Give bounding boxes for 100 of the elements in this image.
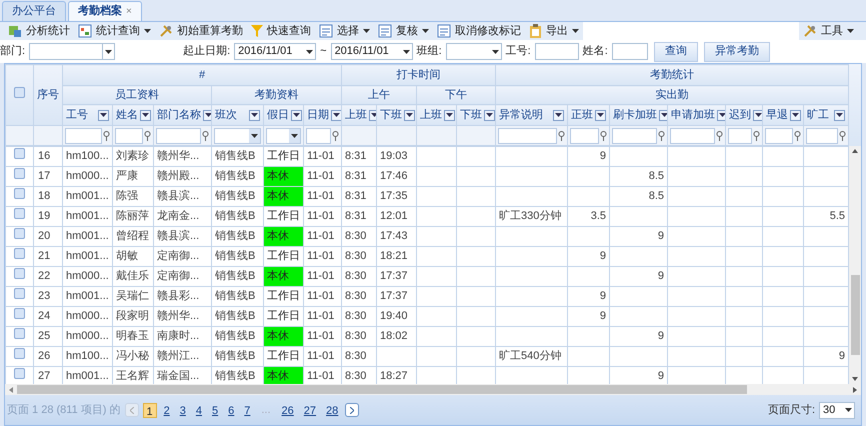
table-cell: 本休 — [267, 190, 289, 202]
table-cell: 胡敏 — [116, 250, 138, 262]
toolbar-button[interactable]: 导出 — [525, 22, 583, 40]
table-cell: 11-01 — [307, 150, 334, 162]
table-cell: 9 — [658, 230, 664, 242]
table-cell: 冯小秘 — [116, 350, 149, 362]
field-label: 姓名: — [582, 44, 608, 60]
table-cell: 赣县滨... — [157, 230, 200, 242]
table-cell: 9 — [600, 290, 606, 302]
table-cell: 20 — [38, 230, 50, 242]
table-cell: 赣县彩... — [157, 290, 200, 302]
page-link[interactable]: 26 — [278, 402, 297, 418]
toolbar-button[interactable]: 选择 — [315, 22, 374, 40]
table-cell: 17 — [38, 170, 50, 182]
table-cell: 刘素珍 — [116, 150, 149, 162]
table-cell: 8:31 — [345, 170, 366, 182]
table-cell: 11-01 — [307, 210, 334, 222]
table-cell: 销售线B — [215, 210, 256, 222]
page-link[interactable]: 27 — [300, 402, 320, 418]
table-cell: 18:02 — [380, 330, 408, 342]
table-cell: 27 — [38, 370, 50, 382]
page-link[interactable]: 2 — [160, 402, 173, 418]
table-cell: 9 — [600, 150, 606, 162]
table-cell: 赣州华... — [157, 310, 200, 322]
table-cell: 16 — [38, 150, 50, 162]
table-cell: 旷工330分钟 — [499, 210, 562, 222]
table-cell: 赣州殿... — [157, 170, 200, 182]
table-cell: 12:01 — [380, 210, 408, 222]
table-cell: 王名辉 — [116, 370, 149, 382]
table-cell: 11-01 — [307, 270, 334, 282]
query-button[interactable]: 异常考勤 — [704, 42, 770, 62]
table-cell: 戴佳乐 — [116, 270, 149, 282]
table-cell: 18 — [38, 190, 50, 202]
table-cell: 3.5 — [590, 210, 606, 222]
table-cell: 工作日 — [267, 250, 300, 262]
page-link[interactable]: 7 — [241, 402, 254, 418]
table-cell: 销售线B — [215, 190, 256, 202]
table-cell: 本休 — [267, 270, 289, 282]
page-link[interactable]: 1 — [142, 402, 157, 418]
toolbar-button[interactable]: 快速查询 — [247, 22, 315, 40]
toolbar-button[interactable]: 取消修改标记 — [433, 22, 525, 40]
table-cell: 5.5 — [830, 210, 845, 222]
table-cell: 瑞金国... — [157, 370, 200, 382]
column-group-header: 实出勤 — [656, 88, 689, 101]
table-cell: 销售线B — [215, 270, 256, 282]
table-cell: 销售线B — [215, 310, 256, 322]
date-field[interactable]: 2016/11/01 — [234, 43, 316, 60]
table-cell: 工作日 — [267, 150, 300, 162]
table-cell: 本休 — [267, 230, 289, 242]
table-cell: hm000... — [66, 330, 109, 342]
toolbar-button[interactable]: 初始重算考勤 — [155, 22, 247, 40]
table-cell: 25 — [38, 330, 50, 342]
table-cell: 严康 — [116, 170, 138, 182]
table-cell: 18:21 — [380, 250, 408, 262]
table-cell: 赣州华... — [157, 150, 200, 162]
table-cell: 17:37 — [380, 270, 408, 282]
table-cell: 龙南金... — [157, 210, 200, 222]
table-cell: 11-01 — [307, 190, 334, 202]
table-cell: 24 — [38, 310, 50, 322]
toolbar-button[interactable]: 分析统计 — [4, 22, 74, 40]
table-cell: 11-01 — [307, 330, 334, 342]
page-link[interactable]: 3 — [176, 402, 189, 418]
field-label: 工号: — [506, 44, 531, 60]
date-field[interactable]: 2016/11/01 — [330, 43, 413, 60]
page-size-label: 页面尺寸: — [768, 402, 815, 418]
table-cell: hm001... — [66, 370, 109, 382]
tab[interactable]: 考勤档案 × — [68, 1, 142, 21]
table-cell: 11-01 — [307, 250, 334, 262]
table-cell: 8:30 — [345, 250, 366, 262]
table-cell: 8:31 — [345, 210, 366, 222]
page-link[interactable]: 5 — [209, 402, 222, 418]
page-size-dropdown[interactable]: 30 — [819, 402, 855, 418]
table-cell: hm000... — [66, 310, 109, 322]
table-cell: 明春玉 — [116, 330, 149, 342]
field-label: 起止日期: — [183, 44, 230, 60]
column-group-header: 考勤统计 — [650, 68, 694, 81]
table-cell: 8.5 — [648, 190, 664, 202]
page-link[interactable]: 6 — [225, 402, 238, 418]
table-cell: 8:30 — [345, 270, 366, 282]
toolbar-button[interactable]: 复核 — [374, 22, 433, 40]
table-cell: 8:30 — [345, 330, 366, 342]
column-group-header: 考勤资料 — [254, 88, 298, 101]
toolbar-button[interactable]: 统计查询 — [74, 22, 155, 40]
column-group-header: 打卡时间 — [396, 68, 440, 81]
table-cell: 工作日 — [267, 210, 300, 222]
table-cell: 本休 — [267, 170, 289, 182]
table-cell: 旷工540分钟 — [499, 350, 562, 362]
table-cell: 11-01 — [307, 350, 334, 362]
table-cell: 17:35 — [380, 190, 408, 202]
column-group-header: # — [198, 68, 206, 81]
table-cell: 段家明 — [116, 310, 149, 322]
query-button[interactable]: 查询 — [654, 42, 698, 62]
table-cell: hm001... — [66, 210, 109, 222]
page-link[interactable]: 4 — [192, 402, 205, 418]
tab[interactable]: 办公平台 — [2, 1, 66, 21]
table-cell: 19:40 — [380, 310, 408, 322]
page-link[interactable]: 28 — [323, 402, 342, 418]
table-cell: 销售线B — [215, 170, 256, 182]
pager-ellipsis: ... — [260, 402, 272, 418]
table-cell: 8:30 — [345, 290, 366, 302]
